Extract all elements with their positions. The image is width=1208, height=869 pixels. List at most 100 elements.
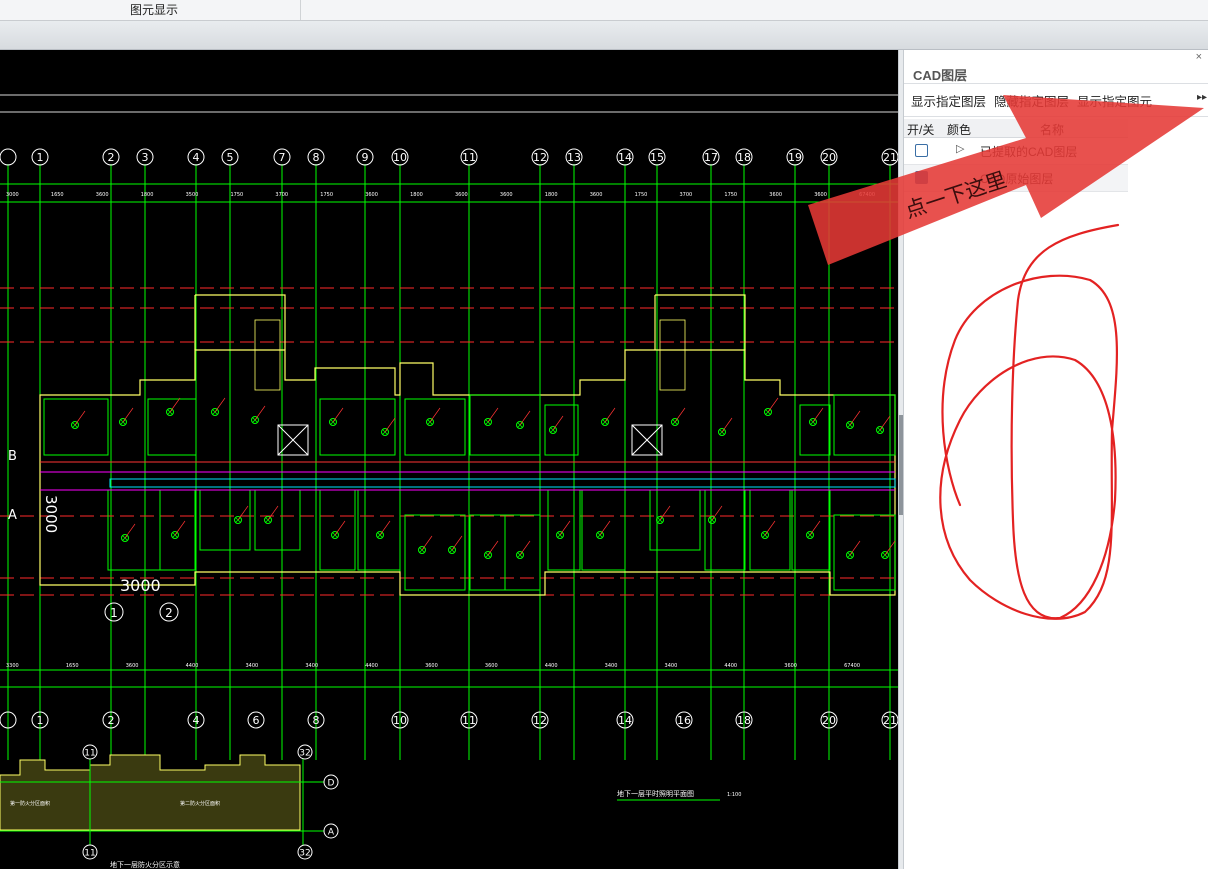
- axis-label: 16: [677, 714, 691, 727]
- circuit-line: [767, 397, 779, 413]
- ribbon-band: [0, 21, 1208, 50]
- splitter-grip[interactable]: [899, 415, 903, 515]
- circuit-line: [559, 520, 571, 536]
- circuit-line: [674, 407, 686, 423]
- dimension-label: 3000: [6, 192, 19, 198]
- axis-label: 3: [142, 151, 149, 164]
- top-toolbar: 图元显示: [0, 0, 1208, 21]
- circuit-line: [849, 410, 861, 426]
- layer-toggle-checkbox[interactable]: [915, 171, 928, 184]
- axis-label: 2: [108, 714, 115, 727]
- dimension-label: 67400: [859, 192, 875, 198]
- layer-toggle-checkbox[interactable]: [915, 144, 928, 157]
- top-axis-bubbles: 1 2 3 4 5 7 8 9 10 11 12 13 14 15 17 18 19 20 21: [0, 148, 898, 166]
- panel-title: CAD图层: [913, 68, 968, 83]
- dimension-label: 1750: [320, 192, 333, 198]
- circuit-line: [552, 415, 564, 431]
- cad-drawing-canvas[interactable]: 3000 1650 3600 1800 3500 1750 3700 1750 3600 1800…: [0, 50, 898, 869]
- axis-label: 1: [37, 151, 44, 164]
- axis-label: 20: [822, 151, 836, 164]
- circuit-line: [812, 407, 824, 423]
- col-color: 颜色: [947, 123, 972, 137]
- layer-row[interactable]: ▷ 已提取的CAD图层: [904, 138, 1128, 165]
- show-element-button[interactable]: 显示指定图元: [1077, 91, 1152, 110]
- circuit-line: [659, 505, 671, 521]
- divider: [904, 116, 1208, 117]
- minimap-label: 32: [299, 849, 310, 859]
- dimension-label: 4400: [186, 663, 199, 669]
- axis-label: 12: [533, 151, 547, 164]
- axis-label: 4: [193, 714, 200, 727]
- dimension-label: 3600: [425, 663, 438, 669]
- row-axis-b: B: [8, 449, 17, 464]
- circuit-line: [809, 520, 821, 536]
- circuit-line: [487, 540, 499, 556]
- dimension-label: 1800: [141, 192, 154, 198]
- dimension-label: 4400: [545, 663, 558, 669]
- dimension-label: 1750: [724, 192, 737, 198]
- circuit-line: [332, 407, 344, 423]
- axis-label: 11: [462, 151, 476, 164]
- circuit-line: [429, 407, 441, 423]
- axis-label: 18: [737, 714, 751, 727]
- corridor: [40, 461, 896, 491]
- close-icon[interactable]: ×: [1196, 51, 1202, 63]
- dimension-label: 3600: [126, 663, 139, 669]
- show-layer-button[interactable]: 显示指定图层: [911, 91, 986, 110]
- dimension-label: 3400: [605, 663, 618, 669]
- circuit-line: [254, 405, 266, 421]
- dimension-label: 1750: [635, 192, 648, 198]
- axis-label: 4: [193, 151, 200, 164]
- circuit-line: [74, 410, 86, 426]
- minimap-label: A: [328, 828, 335, 838]
- circuit-line: [519, 540, 531, 556]
- dimension-3000-vertical: 3000: [42, 495, 60, 533]
- dimension-label: 3300: [6, 663, 19, 669]
- dimension-3000-horizontal: 3000: [120, 576, 161, 595]
- circuit-line: [604, 407, 616, 423]
- element-display-label[interactable]: 图元显示: [130, 1, 178, 18]
- axis-label: 8: [313, 151, 320, 164]
- axis-label: 2: [108, 151, 115, 164]
- dimension-label: 3600: [455, 192, 468, 198]
- dimension-label: 4400: [724, 663, 737, 669]
- dimension-label: 1650: [66, 663, 79, 669]
- title-block: 地下一层平时照明平面图: [617, 789, 694, 798]
- axis-label: 17: [704, 151, 718, 164]
- axis-label: 15: [650, 151, 664, 164]
- axis-label: 21: [883, 714, 897, 727]
- layer-row[interactable]: CAD原始图层: [904, 165, 1128, 192]
- more-icon[interactable]: ▸▸: [1197, 92, 1207, 103]
- circuit-line: [879, 415, 891, 431]
- circuit-line: [421, 535, 433, 551]
- axis-label: 18: [737, 151, 751, 164]
- axis-bubble: [0, 148, 17, 166]
- top-dimension-labels: 3000 1650 3600 1800 3500 1750 3700 1750 3600 1800…: [6, 192, 875, 198]
- dimension-label: 3400: [305, 663, 318, 669]
- axis-label: 1: [37, 714, 44, 727]
- row-axis-labels: B A: [8, 449, 17, 523]
- hide-layer-button[interactable]: 隐藏指定图层: [994, 91, 1069, 110]
- layer-name: 已提取的CAD图层: [980, 145, 1078, 159]
- circuit-line: [711, 505, 723, 521]
- circuit-line: [379, 520, 391, 536]
- layer-name: CAD原始图层: [980, 172, 1054, 186]
- circuit-line: [169, 397, 181, 413]
- axis-label: 14: [618, 151, 632, 164]
- circuit-line: [174, 520, 186, 536]
- axis-label: 13: [567, 151, 581, 164]
- minimap-label: D: [328, 779, 335, 789]
- minimap-note-2: 第二防火分区面积: [180, 800, 220, 807]
- circuit-line: [334, 520, 346, 536]
- dimension-label: 1750: [231, 192, 244, 198]
- expand-icon[interactable]: ▷: [956, 142, 964, 155]
- axis-label: 7: [279, 151, 286, 164]
- circuit-line: [124, 523, 136, 539]
- axis-label: 11: [462, 714, 476, 727]
- circuit-line: [384, 417, 396, 433]
- dimension-label: 3600: [784, 663, 797, 669]
- row-axis-a: A: [8, 508, 17, 523]
- dimension-label: 3600: [96, 192, 109, 198]
- axis-label: 19: [788, 151, 802, 164]
- circuit-line: [214, 397, 226, 413]
